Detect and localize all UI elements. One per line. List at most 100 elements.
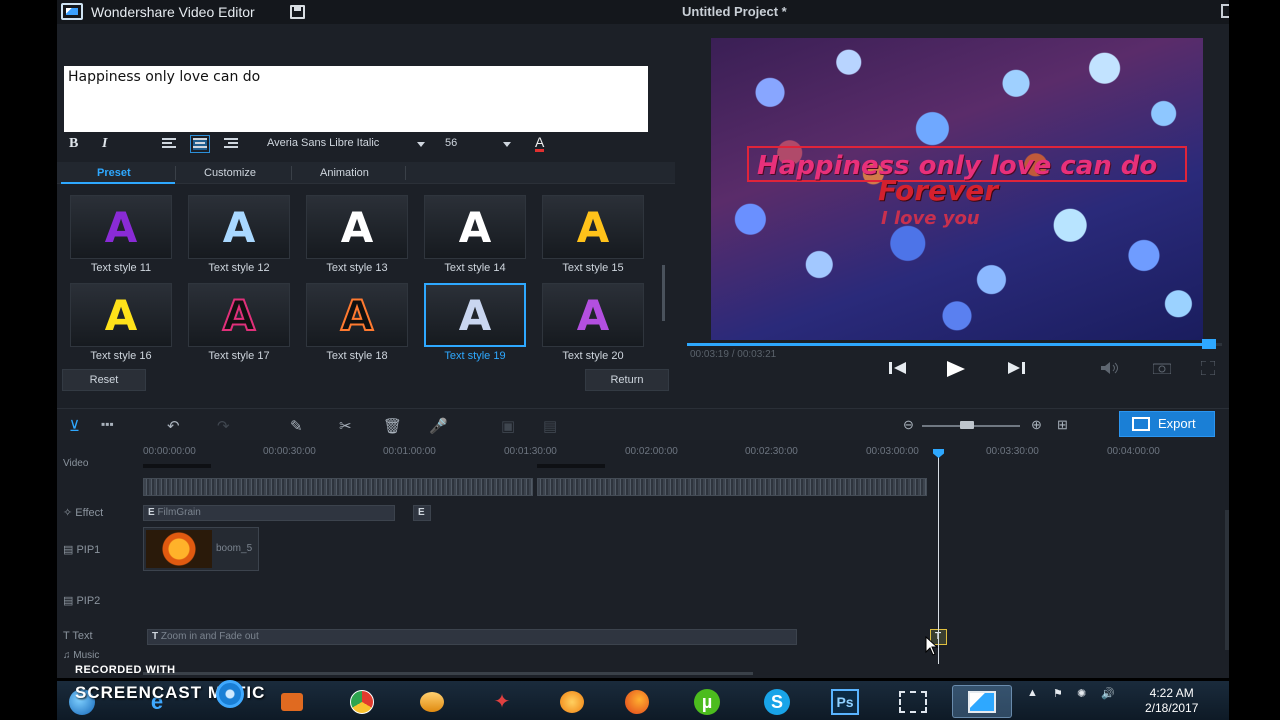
align-left-icon[interactable]	[162, 138, 176, 150]
style-tabs: Preset Customize Animation	[57, 162, 675, 184]
text-style-tile[interactable]: A Text style 16	[70, 283, 172, 368]
cut-icon[interactable]: ✂	[339, 417, 352, 435]
text-clip[interactable]: T Zoom in and Fade out	[147, 629, 797, 645]
taskbar-screencast[interactable]	[262, 685, 322, 718]
effect-clip[interactable]: E FilmGrain	[143, 505, 395, 521]
window-control-icon[interactable]	[1221, 4, 1229, 18]
progress-handle[interactable]	[1201, 339, 1216, 349]
letter-a-icon: A	[576, 290, 610, 340]
crop-icon[interactable]: ▣	[501, 417, 515, 435]
bold-button[interactable]: B	[69, 136, 78, 152]
taskbar-app-globe[interactable]	[402, 685, 462, 718]
edit-icon[interactable]: ✎	[290, 417, 303, 435]
text-style-label: Text style 14	[444, 262, 506, 274]
prev-frame-button[interactable]	[889, 360, 909, 379]
text-style-tile[interactable]: A Text style 17	[188, 283, 290, 368]
text-style-tile[interactable]: A Text style 15	[542, 195, 644, 280]
text-style-tile[interactable]: A Text style 18	[306, 283, 408, 368]
taskbar-skype[interactable]: S	[747, 685, 807, 718]
zoom-in-icon[interactable]: ⊕	[1031, 417, 1042, 433]
italic-button[interactable]: I	[102, 136, 107, 152]
track-label-music-text: Music	[73, 650, 100, 661]
network-icon[interactable]: ✺	[1077, 687, 1086, 700]
undo-icon[interactable]: ↶	[167, 417, 180, 435]
taskbar-chrome[interactable]	[332, 685, 392, 718]
taskbar-app-orange[interactable]	[542, 685, 602, 718]
text-content-field[interactable]: Happiness only love can do	[64, 66, 648, 132]
app-orange-icon	[560, 690, 584, 713]
ruler-tick: 00:03:00:00	[866, 446, 919, 457]
effect-clip-label: FilmGrain	[157, 507, 201, 518]
text-style-tile-selected[interactable]: A Text style 19	[424, 283, 526, 368]
letter-a-icon: A	[104, 290, 138, 340]
chevron-down-icon	[503, 142, 511, 147]
timeline-ruler[interactable]: 00:00:00:00 00:00:30:00 00:01:00:00 00:0…	[57, 445, 1229, 465]
text-style-label: Text style 15	[562, 262, 624, 274]
reset-button[interactable]: Reset	[62, 369, 146, 391]
fit-timeline-icon[interactable]: ⊞	[1057, 417, 1068, 433]
text-style-tile[interactable]: A Text style 14	[424, 195, 526, 280]
taskbar-firefox[interactable]	[607, 685, 667, 718]
adjust-icon[interactable]: ▤	[543, 417, 557, 435]
taskbar-app-red[interactable]: ✦	[472, 685, 532, 718]
letter-a-icon: A	[340, 290, 374, 341]
playhead[interactable]	[938, 452, 939, 664]
taskbar-utorrent[interactable]: µ	[677, 685, 737, 718]
ruler-tick: 00:03:30:00	[986, 446, 1039, 457]
tab-animation[interactable]: Animation	[320, 167, 369, 179]
fullscreen-button[interactable]	[1200, 360, 1216, 378]
microphone-icon[interactable]: 🎤	[429, 417, 448, 435]
track-label-text-text: Text	[72, 630, 93, 642]
track-label-effect: ✧ Effect	[63, 507, 104, 519]
taskbar-snipping-tool[interactable]	[883, 685, 943, 718]
camera-icon	[1152, 363, 1172, 375]
step-back-icon	[889, 362, 906, 374]
font-family-select[interactable]: Averia Sans Libre Italic	[267, 137, 427, 149]
text-style-tile[interactable]: A Text style 20	[542, 283, 644, 368]
font-color-button[interactable]: A	[535, 135, 545, 152]
text-style-thumb: A	[188, 283, 290, 347]
effect-marker[interactable]: E	[413, 505, 431, 521]
volume-tray-icon[interactable]: 🔊	[1101, 687, 1115, 700]
video-clip[interactable]	[537, 478, 927, 496]
app-window: Wondershare Video Editor Untitled Projec…	[57, 0, 1229, 678]
align-center-icon[interactable]	[190, 135, 210, 153]
flag-icon[interactable]: ⚑	[1053, 687, 1063, 700]
tab-customize[interactable]: Customize	[204, 167, 256, 179]
text-style-label: Text style 17	[208, 350, 270, 362]
playback-progress[interactable]	[687, 339, 1222, 349]
zoom-out-icon[interactable]: ⊖	[903, 417, 914, 433]
utorrent-icon: µ	[694, 688, 720, 715]
text-style-tile[interactable]: A Text style 13	[306, 195, 408, 280]
text-style-tile[interactable]: A Text style 11	[70, 195, 172, 280]
timeline-view-icon[interactable]: ⊻	[69, 417, 80, 435]
letter-a-icon: A	[222, 290, 256, 341]
tab-preset[interactable]: Preset	[97, 167, 131, 179]
system-clock[interactable]: 4:22 AM 2/18/2017	[1145, 686, 1198, 716]
export-button[interactable]: Export	[1119, 411, 1215, 437]
storyboard-view-icon[interactable]: ▪▪▪	[101, 417, 114, 431]
timeline-horizontal-scrollbar[interactable]	[143, 672, 753, 675]
play-button[interactable]	[945, 360, 967, 381]
return-button[interactable]: Return	[585, 369, 669, 391]
redo-icon[interactable]: ↷	[217, 417, 230, 435]
letter-a-icon: A	[340, 202, 374, 252]
save-icon[interactable]	[290, 5, 305, 19]
next-frame-button[interactable]	[1005, 360, 1025, 379]
clock-date: 2/18/2017	[1145, 701, 1199, 715]
delete-icon[interactable]: 🗑	[383, 417, 402, 435]
taskbar-photoshop[interactable]: Ps	[815, 685, 875, 718]
zoom-slider-handle[interactable]	[960, 421, 974, 429]
snapshot-button[interactable]	[1152, 362, 1172, 377]
text-style-tile[interactable]: A Text style 12	[188, 195, 290, 280]
align-right-icon[interactable]	[224, 138, 238, 150]
style-grid-scrollbar[interactable]	[662, 265, 665, 321]
volume-button[interactable]	[1101, 362, 1121, 377]
taskbar-video-editor[interactable]	[952, 685, 1012, 718]
show-hidden-icons[interactable]: ▲	[1027, 687, 1038, 699]
pip-clip[interactable]: boom_5	[143, 527, 259, 571]
timeline-vertical-scrollbar[interactable]	[1225, 510, 1229, 650]
font-size-select[interactable]: 56	[445, 137, 515, 149]
video-clip[interactable]	[143, 478, 533, 496]
track-label-text: T Text	[63, 630, 93, 642]
